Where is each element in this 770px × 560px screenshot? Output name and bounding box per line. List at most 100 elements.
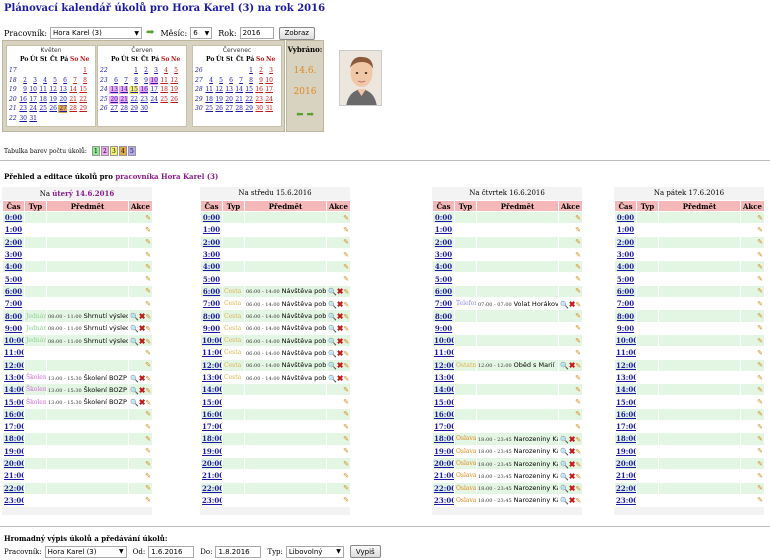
edit-icon[interactable]: ✎ (757, 324, 763, 332)
task-subject[interactable]: 13:00 - 15:30 Školení BOZP (46, 383, 129, 397)
edit-icon[interactable]: ✎ (757, 337, 763, 345)
edit-icon[interactable]: ✎ (757, 275, 763, 283)
task-title[interactable]: Návštěva pobo... (282, 312, 326, 320)
calendar-day[interactable]: 22 (244, 96, 253, 104)
hour-link[interactable]: 14:00 (200, 383, 223, 397)
magnifier-icon[interactable]: 🔍 (130, 325, 139, 333)
edit-icon[interactable]: ✎ (343, 375, 349, 383)
calendar-day[interactable]: 13 (224, 86, 233, 94)
task-title[interactable]: Shrnutí výsledků práce oddělení (84, 337, 128, 345)
calendar-day[interactable]: 22 (129, 96, 138, 104)
edit-icon[interactable]: ✎ (343, 435, 349, 443)
edit-icon[interactable]: ✎ (145, 349, 151, 357)
calendar-day[interactable]: 1 (129, 67, 138, 75)
task-title[interactable]: Návštěva pobo... (282, 287, 326, 295)
hour-link[interactable]: 7:00 (432, 297, 455, 311)
arrow-right-icon[interactable]: ➡ (146, 28, 154, 38)
edit-icon[interactable]: ✎ (575, 251, 581, 259)
calendar-day[interactable]: 12 (48, 86, 57, 94)
task-title[interactable]: Návštěva pobo... (282, 300, 326, 308)
edit-icon[interactable]: ✎ (575, 214, 581, 222)
calendar-day[interactable]: 5 (214, 77, 223, 85)
hour-link[interactable]: 8:00 (200, 309, 223, 323)
hour-link[interactable]: 12:00 (2, 358, 25, 372)
magnifier-icon[interactable]: 🔍 (560, 301, 569, 309)
task-subject[interactable]: 13:00 - 15:30 Školení BOZP (46, 395, 129, 409)
type-select[interactable]: Libovolný ▼ (285, 545, 344, 558)
edit-icon[interactable]: ✎ (343, 288, 349, 296)
task-title[interactable]: Volat Horákové (514, 300, 558, 308)
calendar-day[interactable]: 18 (159, 86, 168, 94)
task-subject[interactable]: 06:00 - 14:00 Návštěva pobo... (244, 333, 327, 348)
edit-icon[interactable]: ✎ (575, 362, 581, 370)
edit-icon[interactable]: ✎ (757, 484, 763, 492)
calendar-day[interactable]: 20 (58, 96, 67, 104)
calendar-day[interactable]: 16 (254, 86, 263, 94)
calendar-day[interactable]: 11 (159, 77, 168, 85)
hour-link[interactable]: 14:00 (2, 383, 25, 397)
calendar-day[interactable]: 10 (264, 77, 273, 85)
hour-link[interactable]: 18:00 (432, 432, 455, 446)
magnifier-icon[interactable]: 🔍 (328, 375, 337, 383)
hour-link[interactable]: 10:00 (200, 333, 223, 348)
calendar-day[interactable]: 29 (78, 105, 87, 113)
hour-link[interactable]: 6:00 (432, 284, 455, 299)
calendar-day[interactable]: 6 (58, 77, 67, 85)
edit-icon[interactable]: ✎ (757, 410, 763, 418)
calendar-day[interactable]: 30 (18, 115, 27, 123)
hour-link[interactable]: 12:00 (200, 358, 223, 372)
magnifier-icon[interactable]: 🔍 (130, 375, 139, 383)
magnifier-icon[interactable]: 🔍 (328, 350, 337, 358)
calendar-day[interactable]: 17 (264, 86, 273, 94)
calendar-day[interactable]: 6 (224, 77, 233, 85)
task-subject[interactable]: 13:00 - 15:30 Školení BOZP (46, 370, 129, 385)
edit-icon[interactable]: ✎ (343, 350, 349, 358)
edit-icon[interactable]: ✎ (145, 435, 151, 443)
calendar-day[interactable]: 5 (169, 67, 178, 75)
hour-link[interactable]: 15:00 (432, 395, 455, 409)
calendar-day[interactable]: 15 (244, 86, 253, 94)
calendar-day[interactable]: 9 (18, 86, 27, 94)
to-input[interactable]: 1.8.2016 (215, 545, 262, 558)
task-subject[interactable]: 07:00 - 07:00 Volat Horákové (476, 297, 559, 311)
hour-link[interactable]: 16:00 (432, 407, 455, 422)
hour-link[interactable]: 21:00 (2, 469, 25, 483)
task-subject[interactable]: 18:00 - 23:45 Narozeniny Karel (476, 493, 559, 508)
task-subject[interactable]: 08:00 - 11:00 Shrnutí výsledků práce odd… (46, 321, 129, 335)
edit-icon[interactable]: ✎ (757, 374, 763, 382)
edit-icon[interactable]: ✎ (343, 423, 349, 431)
edit-icon[interactable]: ✎ (145, 484, 151, 492)
edit-icon[interactable]: ✎ (343, 338, 349, 346)
magnifier-icon[interactable]: 🔍 (328, 313, 337, 321)
calendar-day[interactable]: 29 (244, 105, 253, 113)
hour-link[interactable]: 23:00 (200, 493, 223, 508)
hour-link[interactable]: 20:00 (2, 456, 25, 471)
task-subject[interactable]: 18:00 - 23:45 Narozeniny Karel (476, 432, 559, 446)
task-title[interactable]: Narozeniny Karel (514, 447, 558, 455)
calendar-day[interactable]: 30 (139, 105, 148, 113)
calendar-day[interactable]: 3 (149, 67, 158, 75)
hour-link[interactable]: 4:00 (614, 260, 637, 274)
hour-link[interactable]: 10:00 (2, 333, 25, 348)
edit-icon[interactable]: ✎ (145, 399, 151, 407)
edit-icon[interactable]: ✎ (575, 473, 581, 481)
hour-link[interactable]: 1:00 (432, 223, 455, 237)
edit-icon[interactable]: ✎ (757, 423, 763, 431)
edit-icon[interactable]: ✎ (145, 263, 151, 271)
edit-icon[interactable]: ✎ (343, 410, 349, 418)
hour-link[interactable]: 19:00 (432, 444, 455, 458)
edit-icon[interactable]: ✎ (343, 484, 349, 492)
edit-icon[interactable]: ✎ (145, 375, 151, 383)
magnifier-icon[interactable]: 🔍 (328, 338, 337, 346)
hour-link[interactable]: 13:00 (432, 370, 455, 385)
task-subject[interactable]: 06:00 - 14:00 Návštěva pobo... (244, 309, 327, 323)
task-subject[interactable]: 18:00 - 23:45 Narozeniny Karel (476, 469, 559, 483)
edit-icon[interactable]: ✎ (757, 398, 763, 406)
calendar-day[interactable]: 7 (234, 77, 243, 85)
task-title[interactable]: Školení BOZP (84, 398, 127, 406)
hour-link[interactable]: 20:00 (614, 456, 637, 471)
hour-link[interactable]: 8:00 (614, 309, 637, 323)
magnifier-icon[interactable]: 🔍 (560, 473, 569, 481)
hour-link[interactable]: 17:00 (200, 420, 223, 434)
edit-icon[interactable]: ✎ (343, 472, 349, 480)
